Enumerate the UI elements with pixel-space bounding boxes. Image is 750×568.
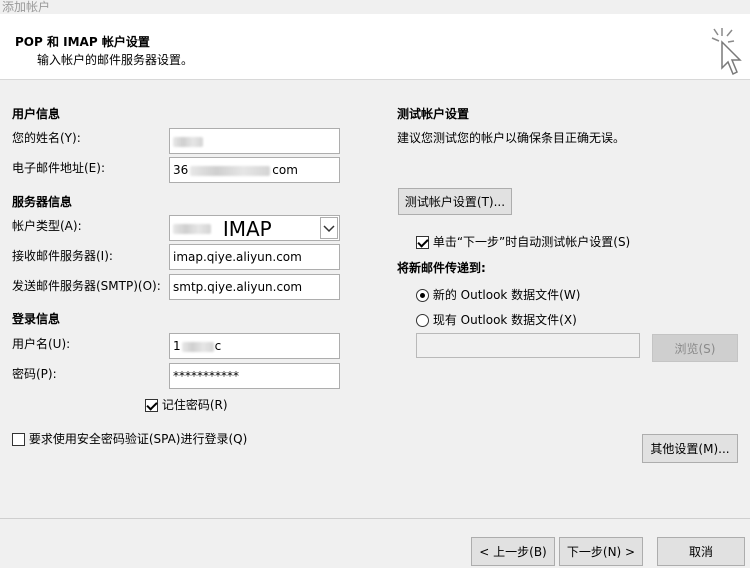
browse-button[interactable]: 浏览(S) <box>652 334 738 362</box>
auto-test-label: 单击“下一步”时自动测试帐户设置(S) <box>432 235 631 249</box>
deliver-to-title: 将新邮件传递到: <box>397 261 486 275</box>
password-label: 密码(P): <box>12 367 57 381</box>
checkbox-checked-icon[interactable] <box>416 236 429 249</box>
incoming-server-label: 接收邮件服务器(I): <box>12 249 113 263</box>
user-info-section-title: 用户信息 <box>12 107 61 121</box>
email-suffix: com <box>272 163 298 177</box>
name-label: 您的姓名(Y): <box>12 131 81 145</box>
cancel-button[interactable]: 取消 <box>657 537 745 566</box>
window-title: 添加帐户 <box>2 0 51 14</box>
login-info-section-title: 登录信息 <box>12 312 61 326</box>
header-panel: POP 和 IMAP 帐户设置 输入帐户的邮件服务器设置。 <box>0 14 750 80</box>
more-settings-button[interactable]: 其他设置(M)... <box>642 434 738 463</box>
username-suffix: c <box>214 339 222 353</box>
outgoing-server-value: smtp.qiye.aliyun.com <box>173 280 303 294</box>
spa-checkbox[interactable]: 要求使用安全密码验证(SPA)进行登录(Q) <box>12 430 247 447</box>
email-field[interactable]: 36 com <box>169 157 340 183</box>
username-field[interactable]: 1c <box>169 333 340 359</box>
test-description: 建议您测试您的帐户以确保条目正确无误。 <box>397 131 626 145</box>
footer-divider <box>0 518 750 519</box>
name-field[interactable] <box>169 128 340 154</box>
server-info-section-title: 服务器信息 <box>12 195 73 209</box>
password-value: *********** <box>173 369 239 383</box>
back-button[interactable]: < 上一步(B) <box>471 537 555 566</box>
cursor-click-icon <box>711 28 742 76</box>
incoming-server-field[interactable]: imap.qiye.aliyun.com <box>169 244 340 270</box>
new-datafile-radio[interactable]: 新的 Outlook 数据文件(W) <box>416 286 580 303</box>
test-settings-section-title: 测试帐户设置 <box>397 107 470 121</box>
password-field[interactable]: *********** <box>169 363 340 389</box>
existing-datafile-label: 现有 Outlook 数据文件(X) <box>432 313 577 327</box>
checkbox-unchecked-icon[interactable] <box>12 433 25 446</box>
username-prefix: 1 <box>173 339 181 353</box>
remember-password-label: 记住密码(R) <box>161 398 228 412</box>
existing-datafile-path-input[interactable] <box>416 333 640 358</box>
redacted-name <box>173 136 203 147</box>
page-title: POP 和 IMAP 帐户设置 <box>15 35 150 49</box>
new-datafile-label: 新的 Outlook 数据文件(W) <box>432 288 581 302</box>
test-account-settings-button[interactable]: 测试帐户设置(T)... <box>398 188 512 215</box>
auto-test-checkbox[interactable]: 单击“下一步”时自动测试帐户设置(S) <box>416 233 630 250</box>
redacted-account-type <box>173 223 211 234</box>
radio-unselected-icon[interactable] <box>416 314 429 327</box>
chevron-down-icon[interactable] <box>320 217 338 239</box>
username-label: 用户名(U): <box>12 337 71 351</box>
email-label: 电子邮件地址(E): <box>12 161 105 175</box>
page-subtitle: 输入帐户的邮件服务器设置。 <box>37 53 194 67</box>
existing-datafile-radio[interactable]: 现有 Outlook 数据文件(X) <box>416 311 577 328</box>
remember-password-checkbox[interactable]: 记住密码(R) <box>145 396 228 413</box>
radio-selected-icon[interactable] <box>416 289 429 302</box>
account-type-select[interactable]: IMAP <box>169 215 340 241</box>
checkbox-checked-icon[interactable] <box>145 399 158 412</box>
next-button[interactable]: 下一步(N) > <box>559 537 643 566</box>
account-type-value: IMAP <box>222 216 272 241</box>
outgoing-server-field[interactable]: smtp.qiye.aliyun.com <box>169 274 340 300</box>
redacted-username <box>181 341 214 352</box>
outgoing-server-label: 发送邮件服务器(SMTP)(O): <box>12 279 161 293</box>
redacted-email <box>190 165 271 176</box>
account-type-label: 帐户类型(A): <box>12 219 82 233</box>
spa-label: 要求使用安全密码验证(SPA)进行登录(Q) <box>28 432 248 446</box>
incoming-server-value: imap.qiye.aliyun.com <box>173 250 302 264</box>
email-prefix: 36 <box>173 163 189 177</box>
